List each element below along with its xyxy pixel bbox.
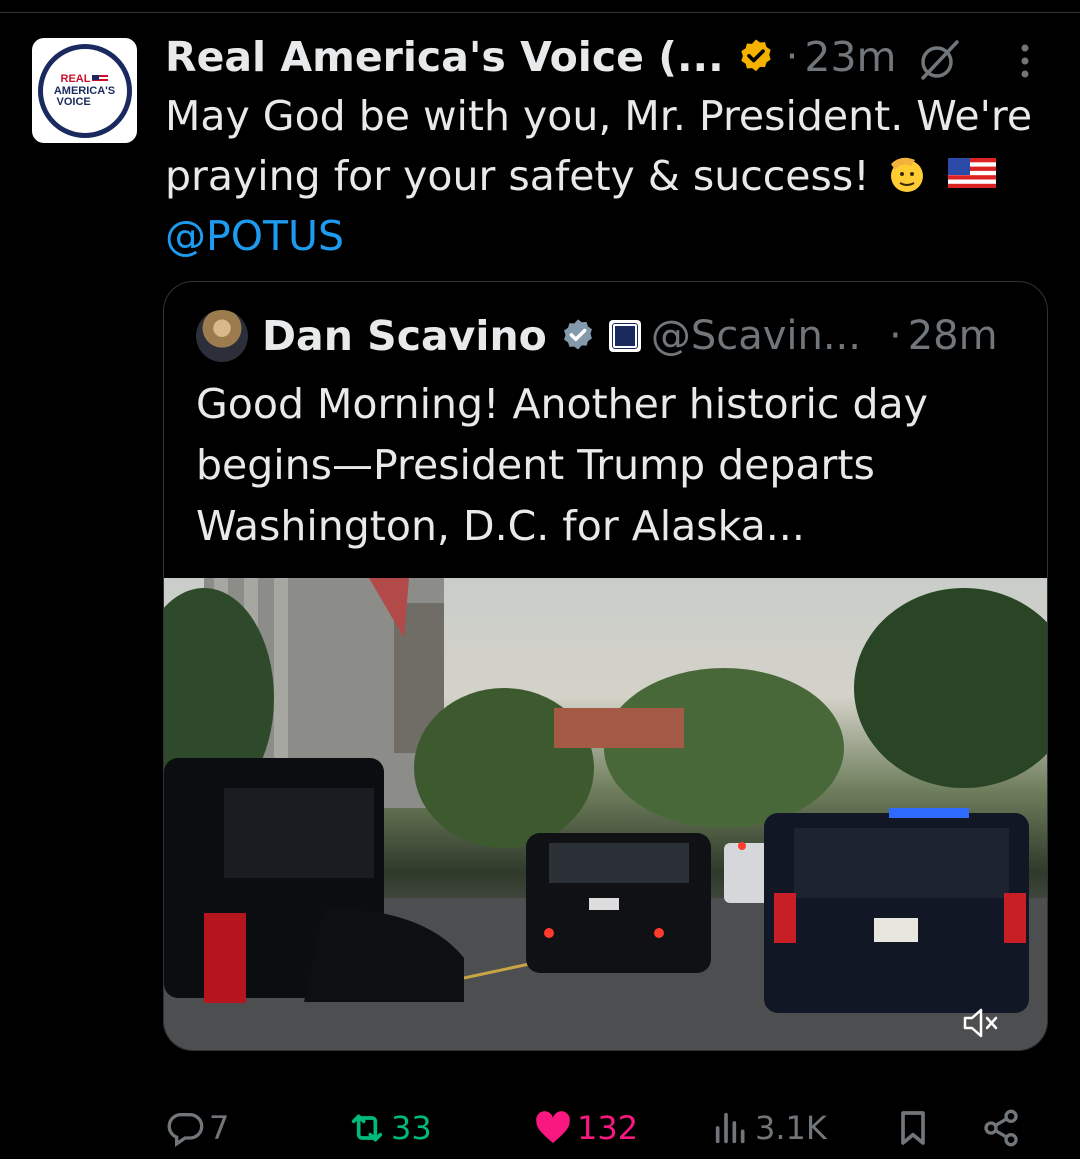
retweet-button[interactable]: 33 (347, 1098, 432, 1158)
reply-count: 7 (209, 1109, 230, 1147)
quote-text: Good Morning! Another historic day begin… (196, 380, 928, 550)
quote-author-name[interactable]: Dan Scavino (262, 312, 547, 360)
bookmark-button[interactable] (893, 1098, 933, 1158)
logo-text-real: REAL (60, 72, 91, 85)
retweet-icon (351, 1114, 383, 1142)
heart-icon (536, 1111, 570, 1143)
white-house-affiliate-icon[interactable] (608, 320, 641, 352)
retweet-count: 33 (391, 1109, 432, 1147)
logo-text-voice: VOICE (56, 95, 91, 108)
rav-logo: REAL AMERICA'S VOICE (37, 43, 132, 138)
like-button[interactable]: 132 (533, 1098, 638, 1158)
logo-text-americas: AMERICA'S (53, 84, 116, 97)
quote-time[interactable]: 28m (908, 313, 998, 359)
share-icon (984, 1109, 1018, 1147)
more-icon[interactable] (1013, 40, 1037, 82)
us-flag-icon (947, 158, 996, 188)
mention-link[interactable]: @POTUS (165, 212, 344, 260)
reply-icon (167, 1113, 204, 1148)
logo-flag-icon (92, 75, 109, 83)
views-count: 3.1K (755, 1109, 827, 1147)
quote-author-handle[interactable]: @Scavin... (651, 313, 861, 359)
views-icon (715, 1112, 745, 1144)
mute-icon[interactable] (961, 1006, 1001, 1040)
author-name[interactable]: Real America's Voice (... (165, 33, 724, 81)
share-button[interactable] (981, 1098, 1021, 1158)
verified-badge-icon[interactable] (736, 37, 776, 77)
separator-dot: · (889, 313, 902, 359)
verified-badge-icon[interactable] (559, 317, 597, 355)
video-frame (164, 578, 1047, 1050)
post-text: May God be with you, Mr. President. We'r… (165, 86, 1045, 266)
quote-video[interactable] (164, 578, 1047, 1050)
reply-button[interactable]: 7 (165, 1098, 229, 1158)
quote-header: Dan Scavino @Scavin... · 28m (196, 308, 1026, 364)
quoted-post[interactable]: Dan Scavino @Scavin... · 28m Good Mornin… (163, 281, 1048, 1051)
views-button[interactable]: 3.1K (711, 1098, 827, 1158)
top-divider (0, 12, 1080, 13)
grok-icon[interactable] (917, 38, 961, 82)
post-header: Real America's Voice (... · 23m (165, 30, 1055, 84)
bookmark-icon (901, 1111, 925, 1145)
action-bar: 7 33 132 3.1K (165, 1098, 1045, 1158)
post-time[interactable]: 23m (804, 33, 896, 81)
like-count: 132 (577, 1109, 639, 1147)
quote-author-avatar[interactable] (196, 310, 248, 362)
author-avatar[interactable]: REAL AMERICA'S VOICE (32, 38, 137, 143)
saluting-face-icon (890, 157, 923, 192)
separator-dot: · (785, 34, 799, 80)
